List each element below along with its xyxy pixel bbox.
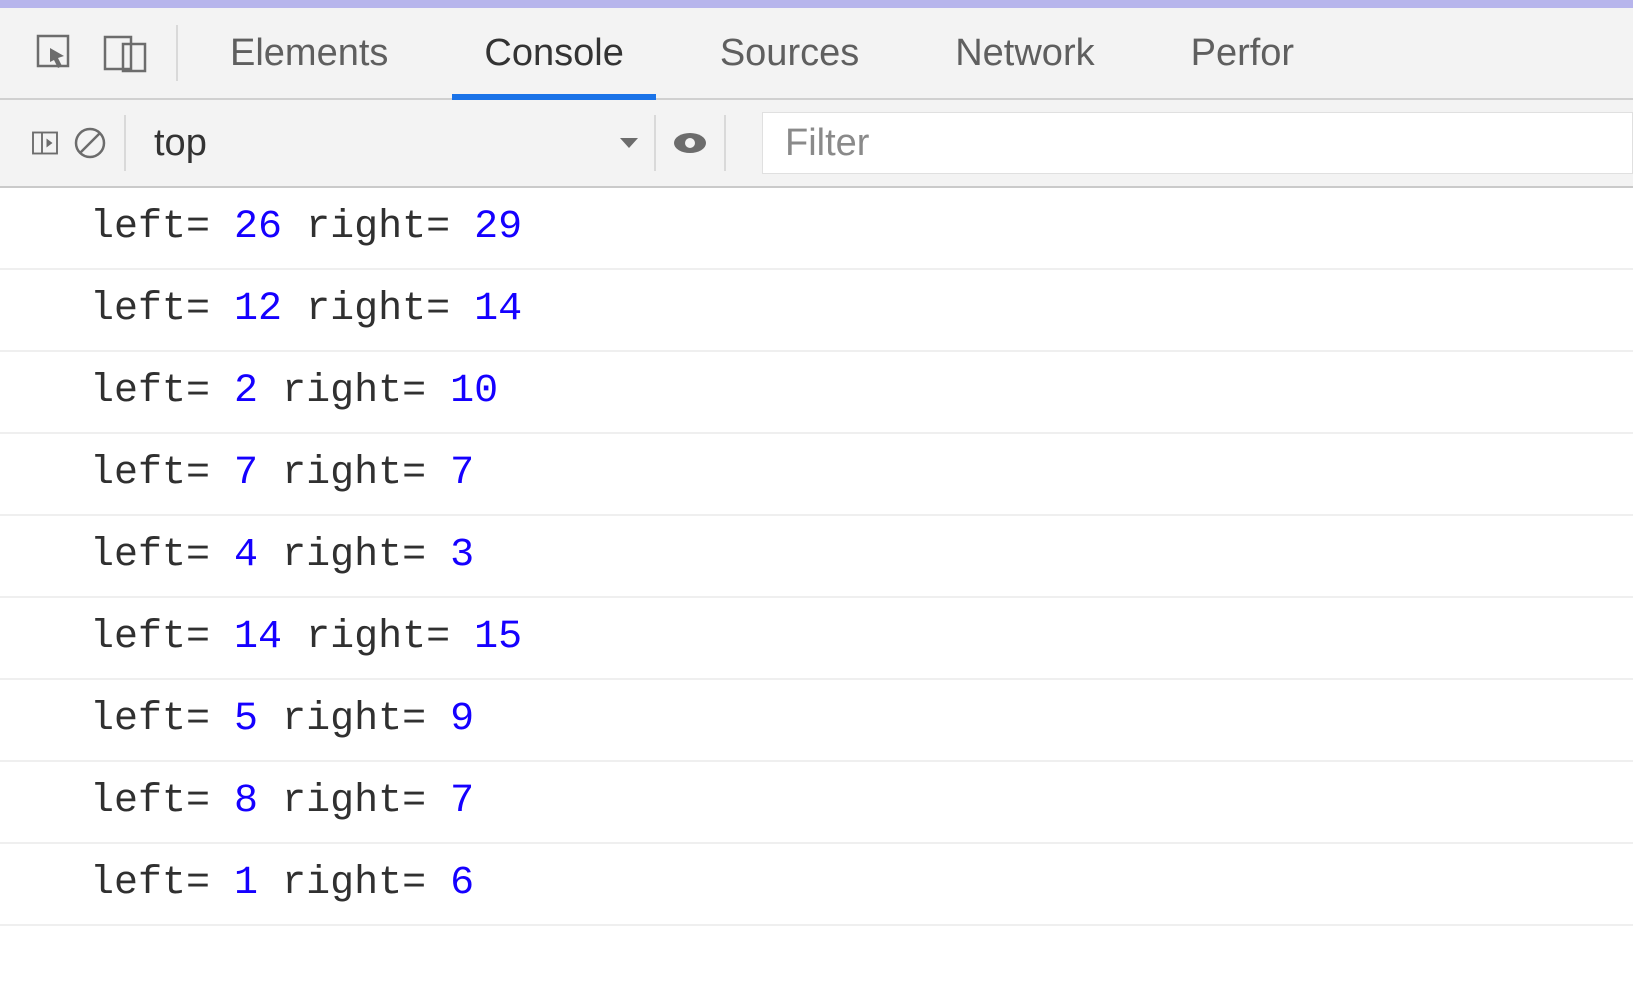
log-label-right: right= bbox=[282, 697, 426, 742]
chevron-down-icon bbox=[616, 130, 642, 156]
log-label-left: left= bbox=[90, 615, 210, 660]
devtools-tabs-bar: Elements Console Sources Network Perfor bbox=[0, 8, 1633, 100]
console-log-row: left= 12 right= 14 bbox=[0, 270, 1633, 352]
log-value-left: 14 bbox=[234, 615, 282, 660]
log-value-left: 4 bbox=[234, 533, 258, 578]
log-value-right: 29 bbox=[474, 205, 522, 250]
log-value-left: 2 bbox=[234, 369, 258, 414]
tab-label: Sources bbox=[720, 32, 859, 75]
toggle-sidebar-icon[interactable] bbox=[0, 123, 60, 163]
console-filter-input[interactable] bbox=[783, 121, 1612, 166]
log-label-left: left= bbox=[90, 697, 210, 742]
console-log-list: left= 26 right= 29left= 12 right= 14left… bbox=[0, 188, 1633, 926]
log-value-left: 7 bbox=[234, 451, 258, 496]
log-value-right: 9 bbox=[450, 697, 474, 742]
execution-context-selector[interactable]: top bbox=[130, 100, 650, 186]
log-label-right: right= bbox=[306, 287, 450, 332]
log-label-left: left= bbox=[90, 369, 210, 414]
clear-console-icon[interactable] bbox=[60, 123, 120, 163]
separator bbox=[724, 115, 726, 171]
log-value-right: 6 bbox=[450, 861, 474, 906]
log-label-right: right= bbox=[306, 615, 450, 660]
tab-network[interactable]: Network bbox=[907, 8, 1142, 98]
inspect-element-icon[interactable] bbox=[34, 32, 76, 74]
separator bbox=[176, 25, 178, 81]
tab-elements[interactable]: Elements bbox=[182, 8, 436, 98]
tab-sources[interactable]: Sources bbox=[672, 8, 907, 98]
log-label-left: left= bbox=[90, 533, 210, 578]
console-log-row: left= 2 right= 10 bbox=[0, 352, 1633, 434]
log-label-left: left= bbox=[90, 451, 210, 496]
log-label-right: right= bbox=[282, 369, 426, 414]
console-log-row: left= 26 right= 29 bbox=[0, 188, 1633, 270]
console-log-row: left= 1 right= 6 bbox=[0, 844, 1633, 926]
log-value-left: 12 bbox=[234, 287, 282, 332]
log-value-right: 7 bbox=[450, 779, 474, 824]
log-label-right: right= bbox=[306, 205, 450, 250]
log-label-right: right= bbox=[282, 779, 426, 824]
log-value-right: 3 bbox=[450, 533, 474, 578]
console-log-row: left= 8 right= 7 bbox=[0, 762, 1633, 844]
console-log-row: left= 5 right= 9 bbox=[0, 680, 1633, 762]
tab-label: Network bbox=[955, 32, 1094, 75]
separator bbox=[124, 115, 126, 171]
console-filter-field[interactable] bbox=[762, 112, 1633, 174]
log-value-right: 10 bbox=[450, 369, 498, 414]
log-label-right: right= bbox=[282, 861, 426, 906]
separator bbox=[654, 115, 656, 171]
tab-label: Console bbox=[484, 32, 623, 75]
device-toolbar-icon[interactable] bbox=[102, 32, 148, 74]
tab-console[interactable]: Console bbox=[436, 8, 671, 98]
tab-label: Perfor bbox=[1191, 32, 1294, 75]
console-log-row: left= 4 right= 3 bbox=[0, 516, 1633, 598]
log-value-right: 14 bbox=[474, 287, 522, 332]
log-label-right: right= bbox=[282, 533, 426, 578]
log-value-right: 7 bbox=[450, 451, 474, 496]
tab-label: Elements bbox=[230, 32, 388, 75]
log-label-left: left= bbox=[90, 861, 210, 906]
log-label-left: left= bbox=[90, 205, 210, 250]
console-log-row: left= 14 right= 15 bbox=[0, 598, 1633, 680]
tab-perfor[interactable]: Perfor bbox=[1143, 8, 1342, 98]
log-label-left: left= bbox=[90, 779, 210, 824]
log-label-right: right= bbox=[282, 451, 426, 496]
live-expression-icon[interactable] bbox=[660, 121, 720, 165]
console-log-row: left= 7 right= 7 bbox=[0, 434, 1633, 516]
log-value-left: 26 bbox=[234, 205, 282, 250]
log-label-left: left= bbox=[90, 287, 210, 332]
log-value-left: 8 bbox=[234, 779, 258, 824]
window-chrome-strip bbox=[0, 0, 1633, 8]
execution-context-label: top bbox=[154, 122, 207, 165]
log-value-left: 5 bbox=[234, 697, 258, 742]
log-value-right: 15 bbox=[474, 615, 522, 660]
console-toolbar: top bbox=[0, 100, 1633, 188]
log-value-left: 1 bbox=[234, 861, 258, 906]
